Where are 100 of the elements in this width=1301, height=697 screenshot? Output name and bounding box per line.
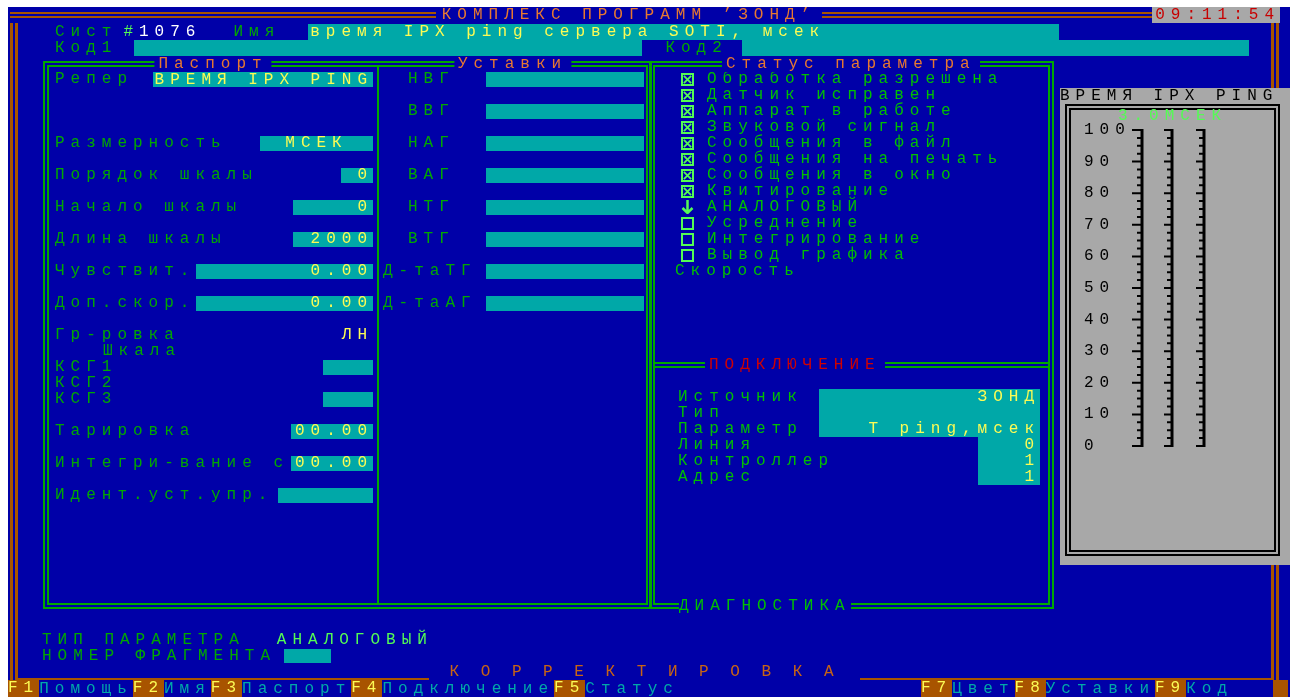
scale-label: 60 (1084, 248, 1117, 265)
checkbox[interactable] (681, 216, 694, 230)
scale-label: 10 (1084, 406, 1117, 423)
checkbox[interactable] (681, 72, 694, 86)
input-field[interactable]: 2000 (293, 231, 373, 247)
field-label: КСГ3 (55, 391, 118, 407)
field-label: Интегри-вание с (55, 455, 290, 471)
input-field[interactable] (284, 649, 332, 663)
checkbox[interactable] (681, 248, 694, 262)
field-label: Тип (678, 405, 725, 421)
field-label: Линия (678, 437, 756, 453)
input-field[interactable] (486, 103, 644, 119)
input-field[interactable]: 0 (341, 167, 373, 183)
checkbox[interactable] (681, 136, 694, 150)
input-field[interactable] (486, 295, 644, 311)
scale-label: 40 (1084, 311, 1117, 328)
input-field[interactable] (486, 135, 644, 151)
input-field[interactable] (486, 263, 644, 279)
field-label: Репер (55, 71, 133, 87)
field-label: Код1 (55, 40, 118, 56)
input-field[interactable] (741, 40, 1249, 56)
checkbox[interactable] (681, 184, 694, 198)
function-key-button[interactable]: F2 Имя (132, 680, 211, 697)
status-label: Датчик исправен (707, 87, 942, 103)
field-label: Контроллер (678, 453, 834, 469)
status-label: Вывод графика (707, 247, 910, 263)
status-label: Квитирование (707, 183, 895, 199)
status-label: Скорость (675, 263, 800, 279)
panel-title: ПОДКЛЮЧЕНИЕ (705, 357, 885, 373)
scale-label: 80 (1084, 185, 1117, 202)
gauge-title: ВРЕМЯ IPX PING (1060, 88, 1280, 104)
field-label: Порядок шкалы (55, 167, 258, 183)
input-field[interactable] (486, 71, 644, 87)
input-field[interactable]: 00.00 (291, 423, 373, 439)
input-field[interactable]: 1 (978, 469, 1040, 485)
panel-title: Паспорт (154, 56, 272, 72)
checkbox[interactable] (681, 232, 694, 246)
function-key-button[interactable]: F9 Код (1155, 680, 1233, 697)
field-label: Сист (55, 24, 118, 40)
field-label: НОМЕР ФРАГМЕНТА (42, 648, 277, 664)
scale-label: 100 (1084, 122, 1132, 138)
field-label: Д-таТГ (383, 262, 477, 280)
field-label: ВТГ (408, 230, 455, 248)
field-label: Адрес (678, 469, 756, 485)
status-label: Сообщения в файл (707, 135, 957, 151)
scale-label: 0 (1084, 437, 1101, 454)
input-field[interactable]: 0 (978, 437, 1040, 453)
field-label: Д-таАГ (383, 294, 477, 312)
input-field[interactable] (278, 487, 373, 503)
input-field[interactable] (134, 40, 643, 56)
input-field[interactable]: T ping,мсек (819, 421, 1040, 437)
scale-label: 20 (1084, 374, 1117, 391)
field-label: Чувствит. (55, 263, 196, 279)
scale-label: 50 (1084, 279, 1117, 296)
input-field[interactable]: 00.00 (291, 455, 373, 471)
input-field[interactable] (323, 391, 373, 407)
down-arrow-icon (681, 200, 694, 214)
field-label: НАГ (408, 134, 455, 152)
input-field[interactable]: 0.00 (196, 263, 373, 279)
checkbox[interactable] (681, 104, 694, 118)
field-label: Длина шкалы (55, 231, 227, 247)
field-label: ВАГ (408, 166, 455, 184)
input-field[interactable] (486, 167, 644, 183)
status-label: Аппарат в работе (707, 103, 957, 119)
input-field[interactable]: 0 (293, 199, 373, 215)
function-key-button[interactable]: F5 Статус (554, 680, 679, 697)
function-key-button[interactable]: F3 Паспорт (210, 680, 352, 697)
input-field[interactable] (486, 231, 644, 247)
scale-label: 70 (1084, 216, 1117, 233)
field-value: ЛН (341, 327, 373, 343)
field-label: КСГ2 (55, 375, 118, 391)
mode-title: К О Р Р Е К Т И Р О В К А (448, 664, 841, 680)
input-field[interactable]: ЗОНД (819, 389, 1040, 405)
input-field[interactable]: время IPX ping сервера SOTI, мсек (308, 24, 1060, 40)
input-field[interactable]: МСЕК (260, 135, 373, 151)
field-label: Шкала (103, 343, 181, 359)
checkbox[interactable] (681, 152, 694, 166)
function-key-button[interactable]: F1 Помощь (8, 680, 133, 697)
function-key-button[interactable]: F8 Уставки (1014, 680, 1155, 697)
input-field[interactable] (323, 359, 373, 375)
scale-label: 30 (1084, 343, 1117, 360)
checkbox[interactable] (681, 88, 694, 102)
checkbox[interactable] (681, 168, 694, 182)
status-label: Сообщения на печать (707, 151, 1004, 167)
checkbox[interactable] (681, 120, 694, 134)
input-field[interactable]: 0.00 (196, 295, 373, 311)
field-label: Идент.уст.упр. (55, 487, 274, 503)
field-label: Имя (233, 24, 281, 40)
function-key-button[interactable]: F7 Цвет (920, 680, 1015, 697)
function-key-button[interactable]: F4 Подключение (351, 680, 555, 697)
field-label: НВГ (408, 70, 455, 88)
status-label: Усреднение (707, 215, 863, 231)
field-label: Источник (678, 389, 803, 405)
input-field[interactable]: ВРЕМЯ IPX PING (152, 71, 373, 87)
field-label: ТИП ПАРАМЕТРА (42, 632, 245, 648)
input-field[interactable] (486, 199, 644, 215)
field-label: Параметр (678, 421, 803, 437)
status-label: Звуковой сигнал (707, 119, 942, 135)
field-label: Доп.скор. (55, 295, 196, 311)
input-field[interactable]: 1 (978, 453, 1040, 469)
